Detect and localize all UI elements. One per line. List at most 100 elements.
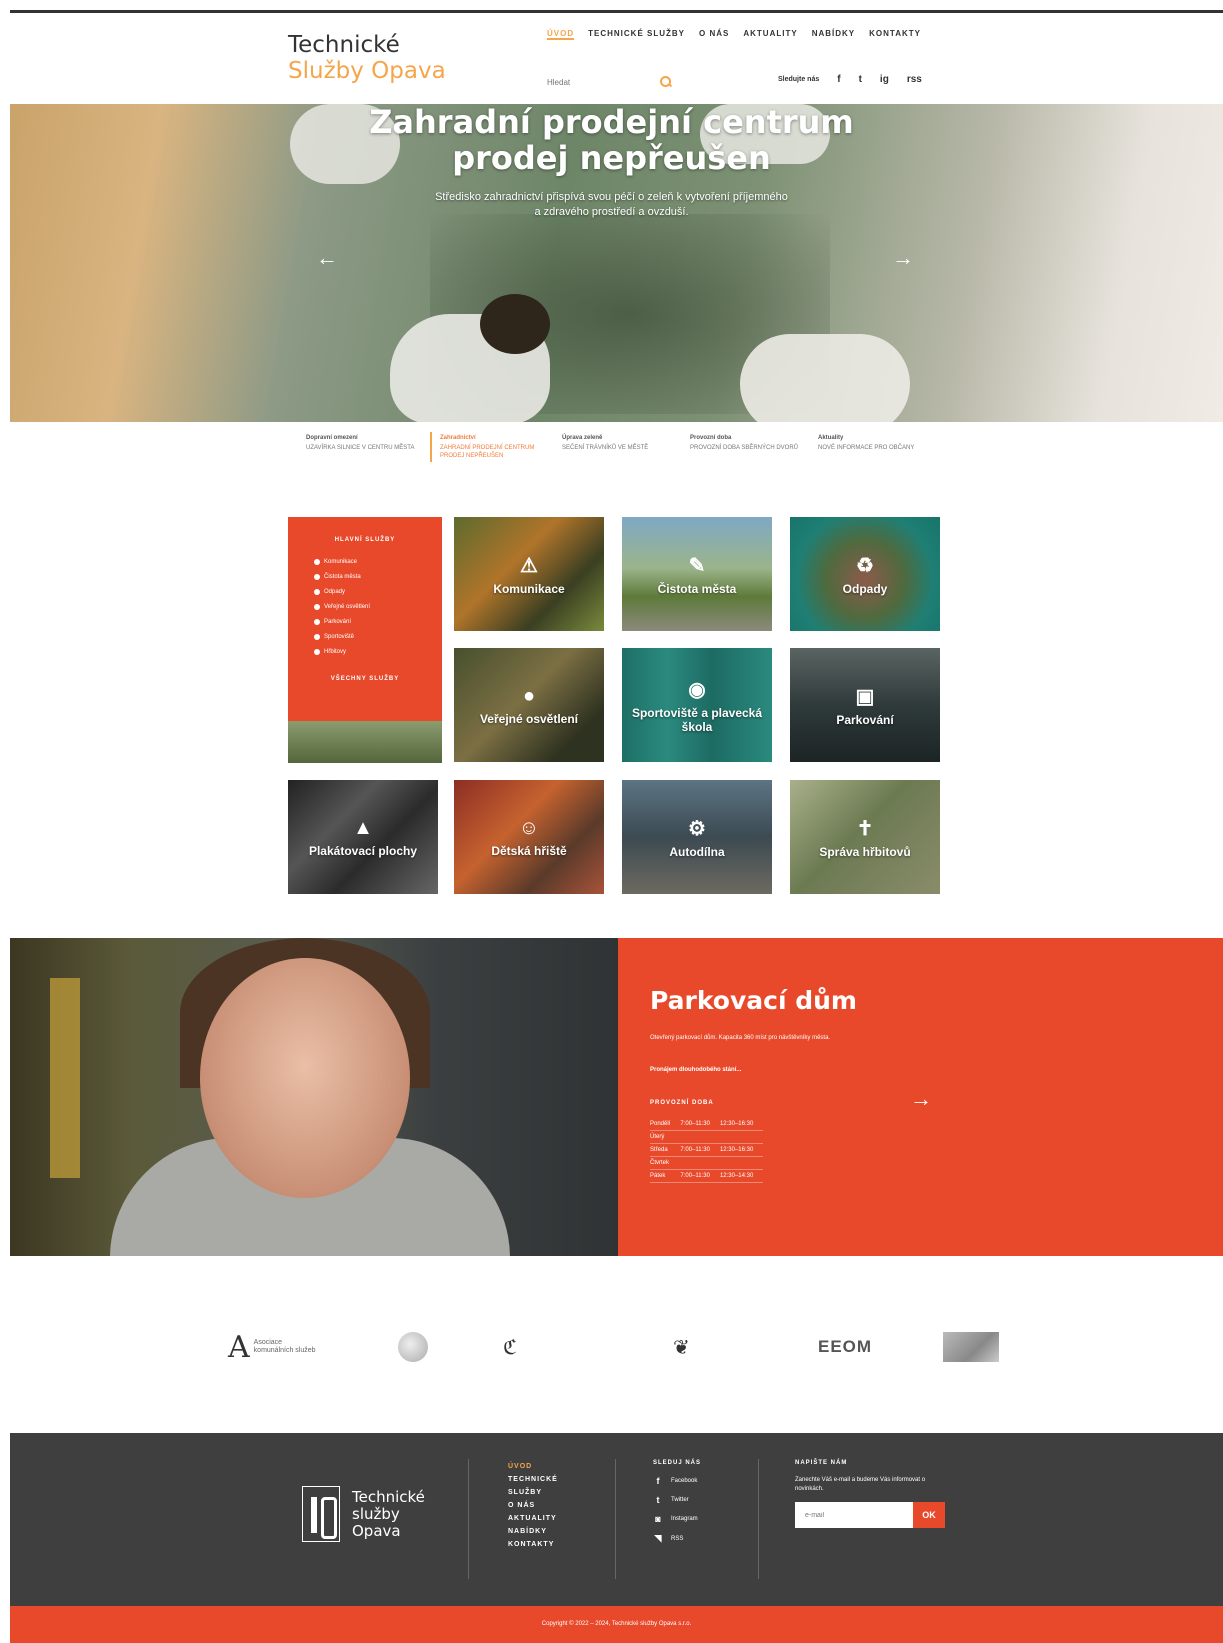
news-item[interactable]: Dopravní omezení UZAVÍRKA SILNICE V CENTR… xyxy=(302,432,430,462)
services-list-item[interactable]: Veřejné osvětlení xyxy=(314,600,442,615)
twitter-icon[interactable]: t xyxy=(859,74,862,85)
nav-news[interactable]: AKTUALITY xyxy=(743,29,797,40)
wave-logo-icon: ℭ xyxy=(503,1336,518,1359)
search-icon[interactable] xyxy=(660,76,672,88)
day-cell: Čtvrtek xyxy=(650,1156,681,1170)
news-text: PROVOZNÍ DOBA SBĚRNÝCH DVORŮ xyxy=(690,445,799,451)
news-text: ZAHRADNÍ PRODEJNÍ CENTRUM PRODEJ NEPŘEUŠ… xyxy=(440,445,535,459)
services-list-item[interactable]: Parkování xyxy=(314,615,442,630)
news-title: Dopravní omezení xyxy=(306,435,358,441)
partner-logo[interactable]: ❦ xyxy=(673,1322,690,1372)
partner-logo[interactable]: EEOM xyxy=(818,1322,872,1372)
tile-detska-hriste[interactable]: ☺ Dětská hřiště xyxy=(454,780,604,894)
hero-title-line1: Zahradní prodejní centrum xyxy=(369,103,854,141)
instagram-icon[interactable]: ig xyxy=(880,74,889,85)
news-item[interactable]: Provozní doba PROVOZNÍ DOBA SBĚRNÝCH DVOR… xyxy=(686,432,814,462)
tile-sprava-hrbitovu[interactable]: ✝ Správa hřbitovů xyxy=(790,780,940,894)
recycle-icon: ♻ xyxy=(856,554,874,577)
partner-text: Asociace komunálních služeb xyxy=(253,1339,316,1354)
tile-odpady[interactable]: ♻ Odpady xyxy=(790,517,940,631)
news-item[interactable]: Aktuality NOVÉ INFORMACE PRO OBČANY xyxy=(814,432,942,462)
services-list-item[interactable]: Sportoviště xyxy=(314,630,442,645)
nav-services[interactable]: TECHNICKÉ SLUŽBY xyxy=(588,29,685,40)
hero-prev-arrow-icon[interactable]: ← xyxy=(316,245,338,271)
parking-arrow-icon[interactable]: → xyxy=(910,1086,932,1112)
traffic-cone-icon: ⚠ xyxy=(520,554,538,577)
hero-title: Zahradní prodejní centrum prodej nepřeuš… xyxy=(0,104,1223,176)
poster-icon: ▲ xyxy=(353,816,373,839)
partner-initial: A xyxy=(228,1329,250,1365)
services-list-item[interactable]: Čistota města xyxy=(314,570,442,585)
submit-button[interactable]: OK xyxy=(913,1502,945,1528)
partner-logo[interactable] xyxy=(943,1322,999,1372)
partner-logo[interactable]: A Asociace komunálních služeb xyxy=(228,1322,324,1372)
news-item[interactable]: Zahradnictví ZAHRADNÍ PRODEJNÍ CENTRUM PR… xyxy=(430,432,558,462)
footer-nav-item[interactable]: KONTAKTY xyxy=(508,1538,558,1551)
social-label: Twitter xyxy=(671,1497,689,1503)
services-list-item[interactable]: Hřbitovy xyxy=(314,645,442,660)
table-row: Středa 7:00–11:30 12:30–16:30 xyxy=(650,1143,764,1157)
hero-subtitle-line2: a zdravého prostředí a ovzduší. xyxy=(534,206,689,218)
footer-nav-item[interactable]: TECHNICKÉ xyxy=(508,1473,558,1486)
email-field[interactable] xyxy=(795,1502,913,1528)
nav-offers[interactable]: NABÍDKY xyxy=(812,29,855,40)
nav-contacts[interactable]: KONTAKTY xyxy=(869,29,921,40)
tile-label: Komunikace xyxy=(493,581,565,596)
hours-cell: 7:00–11:30 xyxy=(680,1118,720,1131)
rss-icon: ◥ xyxy=(654,1533,662,1543)
instagram-icon: ◙ xyxy=(655,1514,661,1524)
facebook-icon[interactable]: f xyxy=(837,74,840,85)
bird-logo-icon: ❦ xyxy=(673,1336,690,1359)
tile-sportoviste[interactable]: ◉ Sportoviště a plavecká škola xyxy=(622,648,772,762)
news-title: Provozní doba xyxy=(690,435,732,441)
lightbulb-icon: ● xyxy=(522,684,536,707)
services-list: Komunikace Čistota města Odpady Veřejné … xyxy=(314,555,442,660)
hours-cell xyxy=(680,1130,720,1144)
services-heading: HLAVNÍ SLUŽBY xyxy=(334,537,396,543)
site-logo[interactable]: Technické Služby Opava xyxy=(288,32,446,84)
nav-home[interactable]: ÚVOD xyxy=(547,29,575,40)
partner-logo[interactable] xyxy=(398,1322,428,1372)
hours-cell: 12:30–16:30 xyxy=(719,1118,764,1131)
footer-nav-item[interactable]: O NÁS xyxy=(508,1499,558,1512)
footer-nav-item[interactable]: SLUŽBY xyxy=(508,1486,558,1499)
news-text: NOVÉ INFORMACE PRO OBČANY xyxy=(818,445,915,451)
news-item[interactable]: Úprava zeleně SEČENÍ TRÁVNÍKŮ VE MĚSTĚ xyxy=(558,432,686,462)
day-cell: Středa xyxy=(650,1143,681,1157)
tile-komunikace[interactable]: ⚠ Komunikace xyxy=(454,517,604,631)
footer-social-link[interactable]: f Facebook xyxy=(653,1476,701,1486)
footer-logo[interactable]: Technické služby Opava xyxy=(302,1486,425,1542)
day-cell: Úterý xyxy=(650,1130,681,1144)
footer-nav-item[interactable]: AKTUALITY xyxy=(508,1512,558,1525)
footer-divider xyxy=(758,1459,759,1579)
partner-logo[interactable]: ℭ xyxy=(503,1322,517,1372)
twitter-icon: t xyxy=(656,1495,660,1505)
all-services-link[interactable]: VŠECHNY SLUŽBY xyxy=(288,676,442,682)
footer-divider xyxy=(615,1459,616,1579)
hero-next-arrow-icon[interactable]: → xyxy=(892,245,914,271)
tile-plakatovaci-plochy[interactable]: ▲ Plakátovací plochy xyxy=(288,780,438,894)
tile-label: Sportoviště a plavecká škola xyxy=(631,705,763,734)
footer-social-link[interactable]: ◥ RSS xyxy=(653,1533,701,1544)
tile-verejne-osvetleni[interactable]: ● Veřejné osvětlení xyxy=(454,648,604,762)
social-label: RSS xyxy=(671,1535,684,1542)
footer-social-link[interactable]: ◙ Instagram xyxy=(653,1514,701,1524)
services-list-item[interactable]: Komunikace xyxy=(314,555,442,570)
hero-title-line2: prodej nepřeušen xyxy=(452,139,771,177)
tile-cistota-mesta[interactable]: ✎ Čistota města xyxy=(622,517,772,631)
ball-icon: ◉ xyxy=(688,678,706,701)
tile-label: Plakátovací plochy xyxy=(308,843,418,858)
tile-autodilna[interactable]: ⚙ Autodílna xyxy=(622,780,772,894)
footer-nav-home[interactable]: ÚVOD xyxy=(508,1460,558,1473)
parking-link[interactable]: Pronájem dlouhodobého stání... xyxy=(650,1067,741,1073)
footer-divider xyxy=(468,1459,469,1579)
search-input[interactable] xyxy=(547,77,637,87)
footer-nav-item[interactable]: NABÍDKY xyxy=(508,1525,558,1538)
tile-parkovani[interactable]: ▣ Parkování xyxy=(790,648,940,762)
social-label: Instagram xyxy=(671,1516,698,1522)
news-title: Aktuality xyxy=(818,435,844,441)
services-list-item[interactable]: Odpady xyxy=(314,585,442,600)
rss-icon[interactable]: rss xyxy=(907,74,922,85)
nav-about[interactable]: O NÁS xyxy=(699,29,729,40)
footer-social-link[interactable]: t Twitter xyxy=(653,1495,701,1505)
